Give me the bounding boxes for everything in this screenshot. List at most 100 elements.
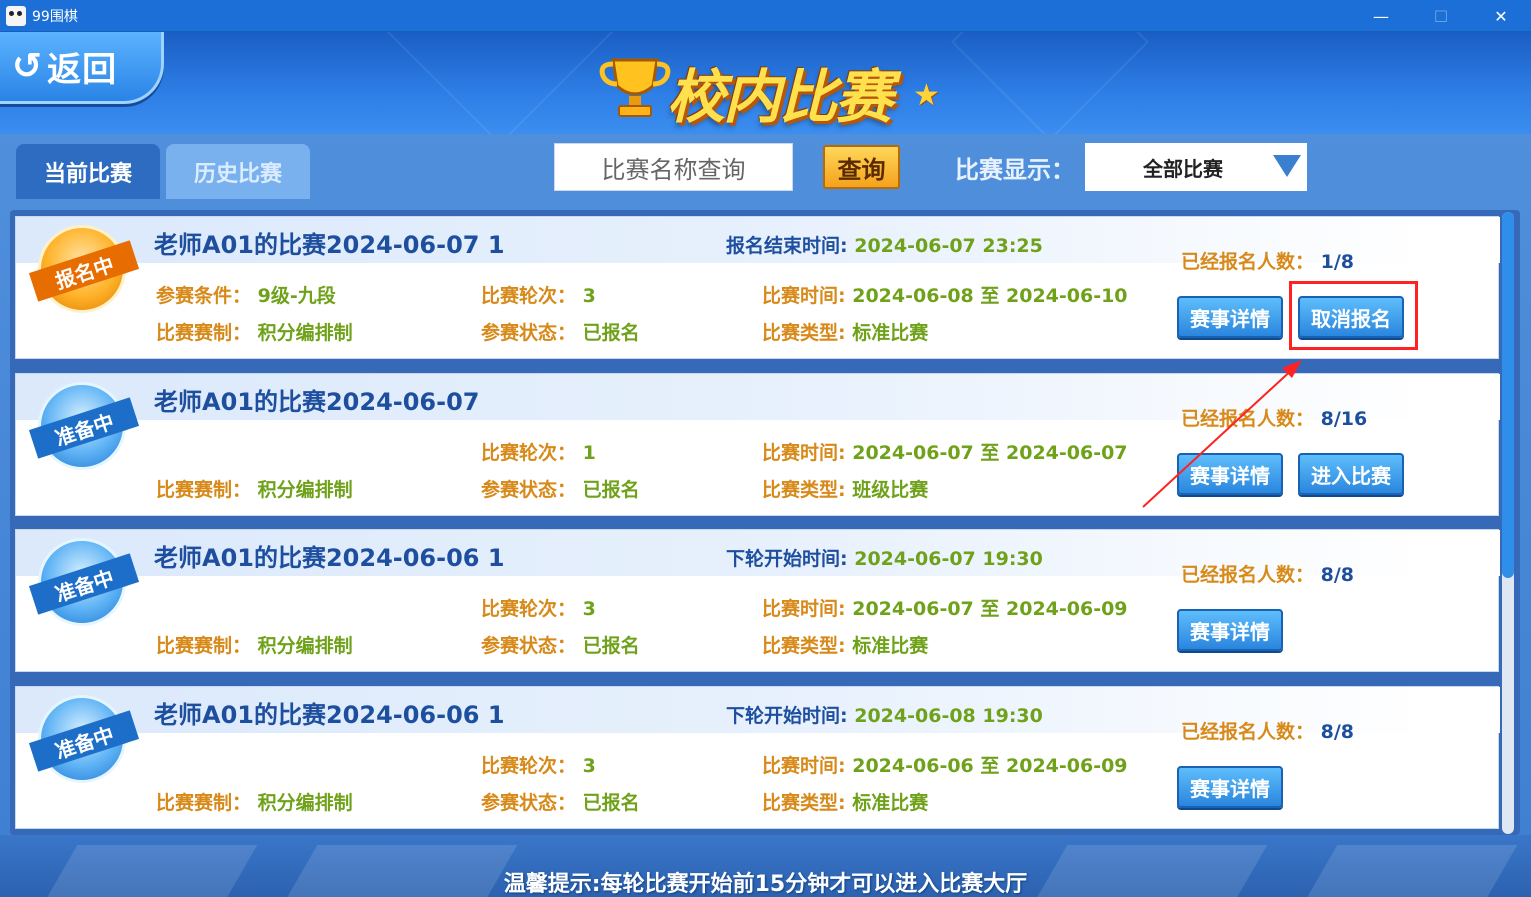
match-rounds-value: 3 — [582, 285, 596, 307]
match-system-value: 积分编排制 — [257, 635, 353, 657]
match-rounds-value: 3 — [582, 755, 596, 777]
match-title: 老师A01的比赛2024-06-07 1 — [154, 231, 505, 259]
back-button[interactable]: ↺ 返回 — [0, 32, 164, 104]
match-detail-button[interactable]: 赛事详情 — [1177, 766, 1283, 808]
signup-count-label: 已经报名人数： — [1181, 408, 1315, 430]
page-header: ↺ 返回 校内比赛 ★ — [0, 32, 1531, 134]
match-period-label: 比赛时间: — [762, 598, 846, 620]
match-type-label: 比赛类型: — [762, 792, 846, 814]
entry-status-value: 已报名 — [582, 479, 640, 501]
preparing-badge-icon: 准备中 — [28, 382, 140, 470]
maximize-button[interactable]: ☐ — [1411, 0, 1471, 32]
entry-status: 参赛状态： 已报名 — [481, 631, 640, 658]
minimize-button[interactable]: — — [1351, 0, 1411, 32]
tab-current-matches[interactable]: 当前比赛 — [16, 144, 160, 199]
next-round-time-value: 2024-06-07 19:30 — [854, 548, 1043, 570]
next-round-time-label: 下轮开始时间: — [726, 705, 848, 727]
entry-status: 参赛状态： 已报名 — [481, 475, 640, 502]
match-period: 比赛时间: 2024-06-07 至 2024-06-07 — [762, 438, 1128, 465]
window-title: 99围棋 — [32, 8, 78, 25]
match-type: 比赛类型: 标准比赛 — [762, 318, 928, 345]
match-system: 比赛赛制： 积分编排制 — [156, 475, 353, 502]
match-system-value: 积分编排制 — [257, 792, 353, 814]
entry-status-label: 参赛状态： — [481, 322, 577, 344]
entry-status: 参赛状态： 已报名 — [481, 788, 640, 815]
match-rounds-label: 比赛轮次： — [481, 285, 577, 307]
signup-count-label: 已经报名人数： — [1181, 251, 1315, 273]
match-title: 老师A01的比赛2024-06-07 — [154, 388, 480, 416]
list-scrollbar-thumb[interactable] — [1502, 212, 1514, 578]
signup-badge-icon: 报名中 — [28, 225, 140, 313]
window-titlebar: 99围棋 — ☐ ✕ — [0, 0, 1531, 32]
next-round-time: 下轮开始时间: 2024-06-07 19:30 — [726, 544, 1043, 571]
trophy-icon — [599, 58, 671, 117]
panda-app-icon — [6, 5, 26, 26]
match-period-value: 2024-06-06 至 2024-06-09 — [852, 755, 1128, 777]
match-card: 报名中 老师A01的比赛2024-06-07 1 报名结束时间: 2024-06… — [15, 216, 1500, 359]
match-type: 比赛类型: 班级比赛 — [762, 475, 928, 502]
match-rounds: 比赛轮次： 3 — [481, 281, 596, 308]
match-period-value: 2024-06-07 至 2024-06-07 — [852, 442, 1128, 464]
tab-history-matches[interactable]: 历史比赛 — [166, 144, 310, 199]
signup-count-label: 已经报名人数： — [1181, 721, 1315, 743]
signup-count-value: 8/8 — [1320, 721, 1355, 743]
match-system: 比赛赛制： 积分编排制 — [156, 788, 353, 815]
window-controls: — ☐ ✕ — [1351, 0, 1531, 32]
entry-status-label: 参赛状态： — [481, 479, 577, 501]
entry-status-value: 已报名 — [582, 322, 640, 344]
match-system-label: 比赛赛制： — [156, 792, 252, 814]
query-button[interactable]: 查询 — [823, 145, 900, 189]
match-detail-button[interactable]: 赛事详情 — [1177, 296, 1283, 338]
close-button[interactable]: ✕ — [1471, 0, 1531, 32]
entry-status: 参赛状态： 已报名 — [481, 318, 640, 345]
match-rounds: 比赛轮次： 3 — [481, 594, 596, 621]
match-type-label: 比赛类型: — [762, 635, 846, 657]
back-button-label: 返回 — [47, 50, 118, 90]
enter-match-button[interactable]: 进入比赛 — [1298, 453, 1404, 495]
match-title: 老师A01的比赛2024-06-06 1 — [154, 701, 505, 729]
match-rounds-label: 比赛轮次： — [481, 442, 577, 464]
dropdown-triangle-icon[interactable] — [1273, 155, 1301, 177]
signup-count-label: 已经报名人数： — [1181, 564, 1315, 586]
match-system-label: 比赛赛制： — [156, 479, 252, 501]
match-rounds: 比赛轮次： 1 — [481, 438, 596, 465]
match-name-search-input[interactable]: 比赛名称查询 — [554, 143, 793, 191]
match-type-value: 标准比赛 — [852, 792, 929, 814]
entry-condition: 参赛条件： 9级-九段 — [156, 281, 336, 308]
entry-status-label: 参赛状态： — [481, 635, 577, 657]
match-detail-button[interactable]: 赛事详情 — [1177, 609, 1283, 651]
match-type: 比赛类型: 标准比赛 — [762, 788, 928, 815]
match-detail-button[interactable]: 赛事详情 — [1177, 453, 1283, 495]
signup-count-value: 8/8 — [1320, 564, 1355, 586]
match-type-value: 标准比赛 — [852, 635, 929, 657]
match-filter-select[interactable]: 全部比赛 — [1085, 143, 1307, 191]
match-rounds-label: 比赛轮次： — [481, 755, 577, 777]
match-system-value: 积分编排制 — [257, 322, 353, 344]
entry-condition-label: 参赛条件： — [156, 285, 252, 307]
match-rounds-label: 比赛轮次： — [481, 598, 577, 620]
next-round-time-value: 2024-06-08 19:30 — [854, 705, 1043, 727]
match-period-label: 比赛时间: — [762, 755, 846, 777]
signup-count: 已经报名人数： 1/8 — [1181, 247, 1354, 274]
preparing-badge-icon: 准备中 — [28, 538, 140, 626]
match-period-label: 比赛时间: — [762, 442, 846, 464]
page-title: 校内比赛 — [667, 63, 893, 131]
match-period-label: 比赛时间: — [762, 285, 846, 307]
entry-status-label: 参赛状态： — [481, 792, 577, 814]
match-type-value: 班级比赛 — [852, 479, 929, 501]
filter-selected-value: 全部比赛 — [1143, 156, 1223, 181]
match-type: 比赛类型: 标准比赛 — [762, 631, 928, 658]
badge-label: 准备中 — [28, 553, 140, 615]
signup-end-time-label: 报名结束时间: — [726, 235, 848, 257]
match-period: 比赛时间: 2024-06-06 至 2024-06-09 — [762, 751, 1128, 778]
match-card: 准备中 老师A01的比赛2024-06-07 比赛轮次： 1 比赛时间: 202… — [15, 373, 1500, 516]
match-system: 比赛赛制： 积分编排制 — [156, 318, 353, 345]
match-system: 比赛赛制： 积分编排制 — [156, 631, 353, 658]
header-decoration — [386, 32, 614, 134]
star-icon: ★ — [913, 78, 940, 113]
signup-count-value: 8/16 — [1320, 408, 1368, 430]
entry-status-value: 已报名 — [582, 635, 640, 657]
next-round-time-label: 下轮开始时间: — [726, 548, 848, 570]
match-system-label: 比赛赛制： — [156, 322, 252, 344]
signup-end-time-value: 2024-06-07 23:25 — [854, 235, 1043, 257]
